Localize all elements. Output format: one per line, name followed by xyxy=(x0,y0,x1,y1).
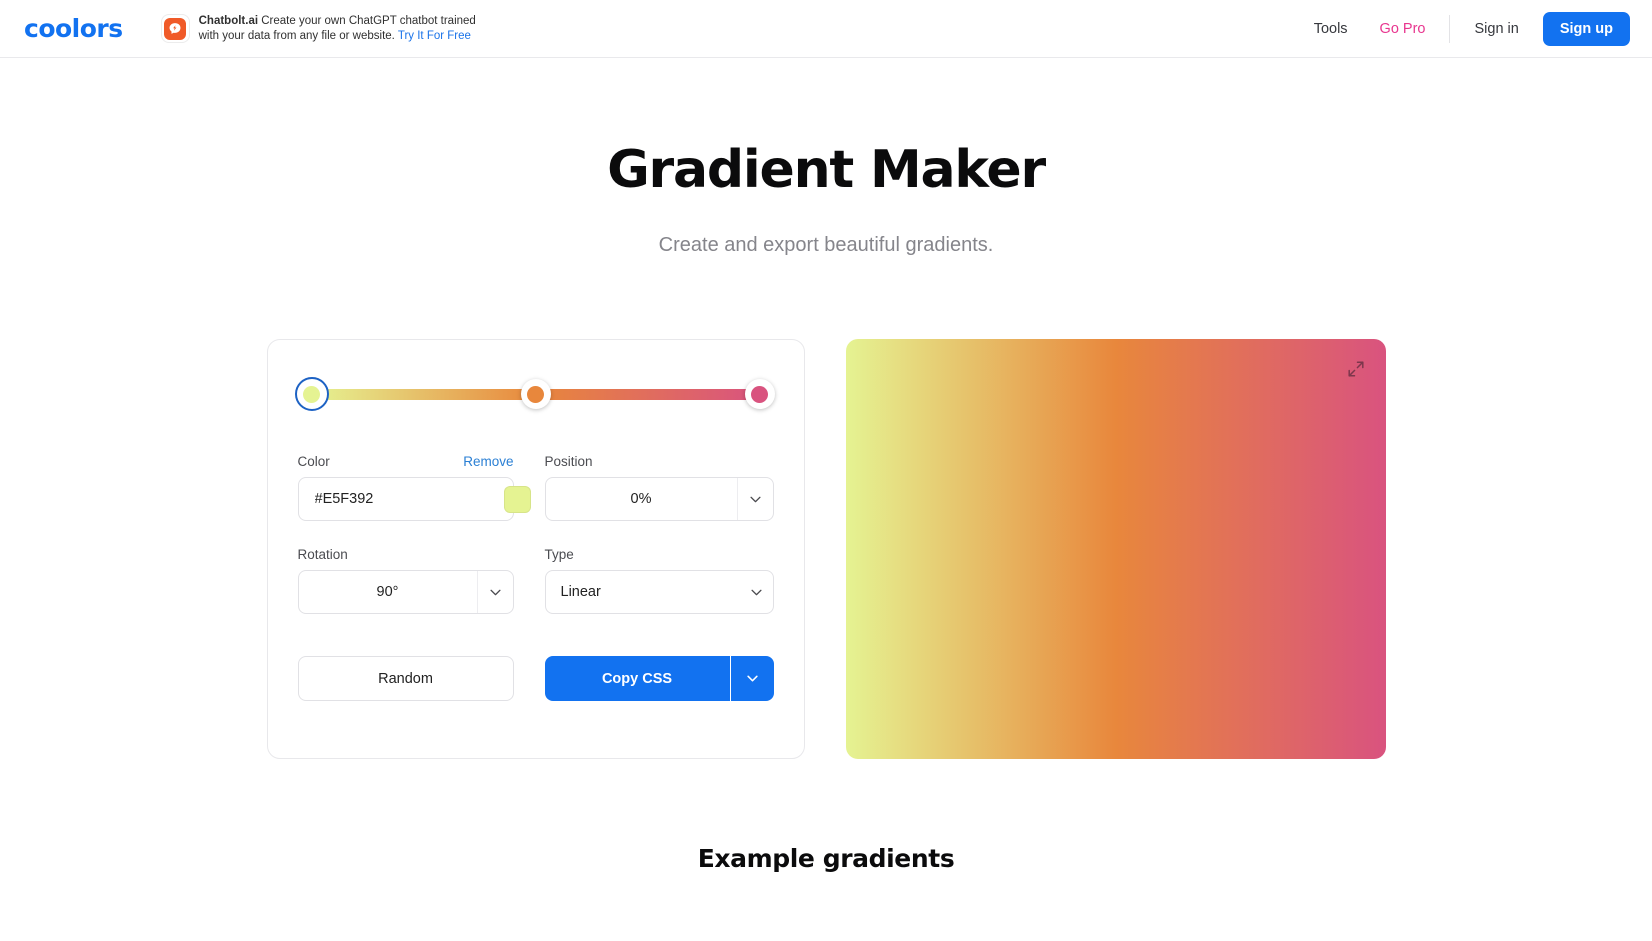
chatbolt-logo-icon xyxy=(160,14,190,43)
copy-css-button[interactable]: Copy CSS xyxy=(544,656,730,701)
chevron-down-icon[interactable] xyxy=(736,478,773,520)
nav-go-pro-link[interactable]: Go Pro xyxy=(1364,21,1442,37)
color-input-box[interactable] xyxy=(297,477,531,521)
color-field-label: Color xyxy=(297,454,330,469)
sponsor-line-1: Create your own ChatGPT chatbot trained xyxy=(261,14,476,27)
sponsor-ad-text: Chatbolt.ai Create your own ChatGPT chat… xyxy=(199,14,476,44)
page-title: Gradient Maker xyxy=(607,140,1046,200)
color-position-row: Color Remove Position 0% xyxy=(297,454,774,521)
gradient-stop-color-dot xyxy=(751,385,768,403)
chevron-down-icon[interactable] xyxy=(476,571,513,613)
sponsor-ad-banner[interactable]: Chatbolt.ai Create your own ChatGPT chat… xyxy=(160,14,476,44)
chevron-down-icon[interactable] xyxy=(741,571,773,613)
type-field-label: Type xyxy=(544,547,574,562)
color-hex-input[interactable] xyxy=(312,490,504,508)
action-buttons-row: Random Copy CSS xyxy=(297,656,774,701)
gradient-stop-color-dot xyxy=(527,385,544,403)
position-field-label: Position xyxy=(544,454,593,469)
gradient-controls-panel: Color Remove Position 0% xyxy=(266,339,805,759)
gradient-editor: Color Remove Position 0% xyxy=(0,339,1652,759)
remove-stop-link[interactable]: Remove xyxy=(463,454,513,469)
type-field-group: Type Linear xyxy=(544,547,774,614)
position-select[interactable]: 0% xyxy=(544,477,774,521)
expand-arrows-icon[interactable] xyxy=(1346,359,1366,379)
gradient-preview[interactable] xyxy=(845,339,1386,759)
site-header: coolors Chatbolt.ai Create your own Chat… xyxy=(0,0,1652,58)
rotation-type-row: Rotation 90° Type Linear xyxy=(297,547,774,614)
gradient-stop-slider[interactable] xyxy=(294,374,775,414)
rotation-select[interactable]: 90° xyxy=(297,570,514,614)
gradient-stop-handle-3[interactable] xyxy=(744,379,775,409)
gradient-stop-color-dot xyxy=(303,385,320,403)
hero-section: Gradient Maker Create and export beautif… xyxy=(0,58,1652,257)
gradient-stop-handle-1[interactable] xyxy=(294,377,329,411)
type-select[interactable]: Linear xyxy=(544,570,774,614)
color-field-group: Color Remove xyxy=(297,454,531,521)
nav-sign-in-link[interactable]: Sign in xyxy=(1458,21,1534,37)
type-select-value: Linear xyxy=(560,584,601,600)
gradient-stop-handle-2[interactable] xyxy=(520,379,551,409)
nav-divider xyxy=(1449,14,1451,43)
copy-css-group: Copy CSS xyxy=(544,656,774,701)
sponsor-name: Chatbolt.ai xyxy=(198,14,259,27)
sign-up-button[interactable]: Sign up xyxy=(1542,11,1630,46)
header-nav: Tools Go Pro Sign in Sign up xyxy=(1298,0,1630,57)
random-button[interactable]: Random xyxy=(297,656,514,701)
nav-tools-link[interactable]: Tools xyxy=(1298,21,1364,37)
example-gradients-heading: Example gradients xyxy=(697,844,955,873)
coolors-logo[interactable]: coolors xyxy=(24,16,123,41)
sponsor-line-2: with your data from any file or website. xyxy=(198,29,395,42)
sponsor-cta-link[interactable]: Try It For Free xyxy=(398,30,471,42)
rotation-field-label: Rotation xyxy=(297,547,348,562)
copy-css-menu-button[interactable] xyxy=(729,656,774,701)
color-swatch-button[interactable] xyxy=(503,485,531,513)
rotation-field-group: Rotation 90° xyxy=(297,547,514,614)
position-select-value: 0% xyxy=(630,491,652,507)
page-subtitle: Create and export beautiful gradients. xyxy=(658,234,994,256)
position-field-group: Position 0% xyxy=(544,454,774,521)
rotation-select-value: 90° xyxy=(376,584,399,600)
